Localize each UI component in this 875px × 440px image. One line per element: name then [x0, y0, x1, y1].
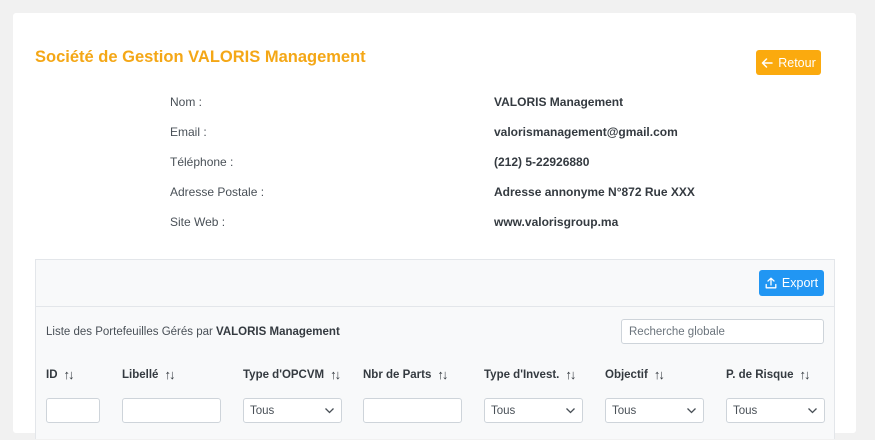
sort-icon: ↑↓: [653, 367, 665, 382]
column-header-id[interactable]: ID ↑↓: [46, 367, 75, 382]
sort-icon: ↑↓: [164, 367, 175, 382]
sort-icon: ↑↓: [799, 367, 811, 382]
upload-icon: [765, 277, 777, 289]
filter-type-opcvm-select[interactable]: Tous: [243, 398, 342, 423]
info-label: Téléphone :: [170, 155, 234, 169]
table-caption: Liste des Portefeuilles Gérés par VALORI…: [46, 326, 340, 338]
chevron-down-icon: [808, 408, 817, 414]
info-label: Adresse Postale :: [170, 185, 265, 199]
select-value: Tous: [491, 404, 516, 417]
column-label: P. de Risque: [726, 368, 794, 381]
column-label: Libellé: [122, 368, 159, 381]
filter-objectif-select[interactable]: Tous: [605, 398, 704, 423]
select-value: Tous: [250, 404, 275, 417]
company-card: Société de Gestion VALORIS Management Re…: [13, 13, 856, 439]
sort-icon: ↑↓: [330, 367, 341, 382]
column-header-nbr-parts[interactable]: Nbr de Parts ↑↓: [363, 367, 448, 382]
info-row-website: Site Web : www.valorisgroup.ma: [13, 215, 856, 235]
info-value: VALORIS Management: [494, 95, 624, 109]
info-value: www.valorisgroup.ma: [494, 215, 619, 229]
filter-libelle-input[interactable]: [122, 398, 221, 423]
filter-id-input[interactable]: [46, 398, 100, 423]
table-caption-prefix: Liste des Portefeuilles Gérés par: [46, 326, 217, 338]
column-label: ID: [46, 368, 58, 381]
table-header: Liste des Portefeuilles Gérés par VALORI…: [36, 308, 834, 356]
back-button[interactable]: Retour: [756, 50, 821, 75]
column-header-type-opcvm[interactable]: Type d'OPCVM ↑↓: [243, 367, 341, 382]
column-header-type-invest[interactable]: Type d'Invest. ↑↓: [484, 367, 576, 382]
chevron-down-icon: [566, 408, 575, 414]
export-button[interactable]: Export: [759, 270, 824, 296]
info-value: (212) 5-22926880: [494, 155, 590, 169]
column-label: Objectif: [605, 368, 648, 381]
filter-nbr-parts-input[interactable]: [363, 398, 462, 423]
info-value: Adresse annonyme N°872 Rue XXX: [494, 185, 695, 199]
info-row-address: Adresse Postale : Adresse annonyme N°872…: [13, 185, 856, 205]
info-value: valorismanagement@gmail.com: [494, 125, 678, 139]
sort-icon: ↑↓: [437, 367, 448, 382]
column-label: Type d'Invest.: [484, 368, 560, 381]
sort-icon: ↑↓: [565, 367, 576, 382]
info-label: Nom :: [170, 95, 203, 109]
export-button-label: Export: [781, 276, 819, 290]
select-value: Tous: [612, 404, 637, 417]
column-label: Type d'OPCVM: [243, 368, 325, 381]
sort-icon: ↑↓: [63, 367, 75, 382]
column-header-libelle[interactable]: Libellé ↑↓: [122, 367, 175, 382]
info-row-phone: Téléphone : (212) 5-22926880: [13, 155, 856, 175]
info-label: Site Web :: [170, 215, 226, 229]
info-label: Email :: [170, 125, 207, 139]
global-search-input[interactable]: [621, 319, 824, 344]
column-header-risque[interactable]: P. de Risque ↑↓: [726, 367, 811, 382]
info-row-email: Email : valorismanagement@gmail.com: [13, 125, 856, 145]
select-value: Tous: [733, 404, 758, 417]
column-headers: ID ↑↓ Libellé ↑↓ Type d'OPCVM ↑↓ Nbr de Par…: [36, 356, 834, 440]
portfolio-table: Export Liste des Portefeuilles Gérés par…: [35, 259, 835, 439]
column-label: Nbr de Parts: [363, 368, 432, 381]
arrow-left-icon: [761, 57, 773, 68]
chevron-down-icon: [687, 408, 696, 414]
chevron-down-icon: [325, 408, 334, 414]
page-title: Société de Gestion VALORIS Management: [35, 48, 366, 66]
back-button-label: Retour: [778, 55, 816, 70]
table-toolbar: Export: [36, 260, 834, 307]
filter-type-invest-select[interactable]: Tous: [484, 398, 583, 423]
info-row-name: Nom : VALORIS Management: [13, 95, 856, 115]
filter-risque-select[interactable]: Tous: [726, 398, 825, 423]
column-header-objectif[interactable]: Objectif ↑↓: [605, 367, 665, 382]
table-caption-company: VALORIS Management: [216, 326, 340, 338]
